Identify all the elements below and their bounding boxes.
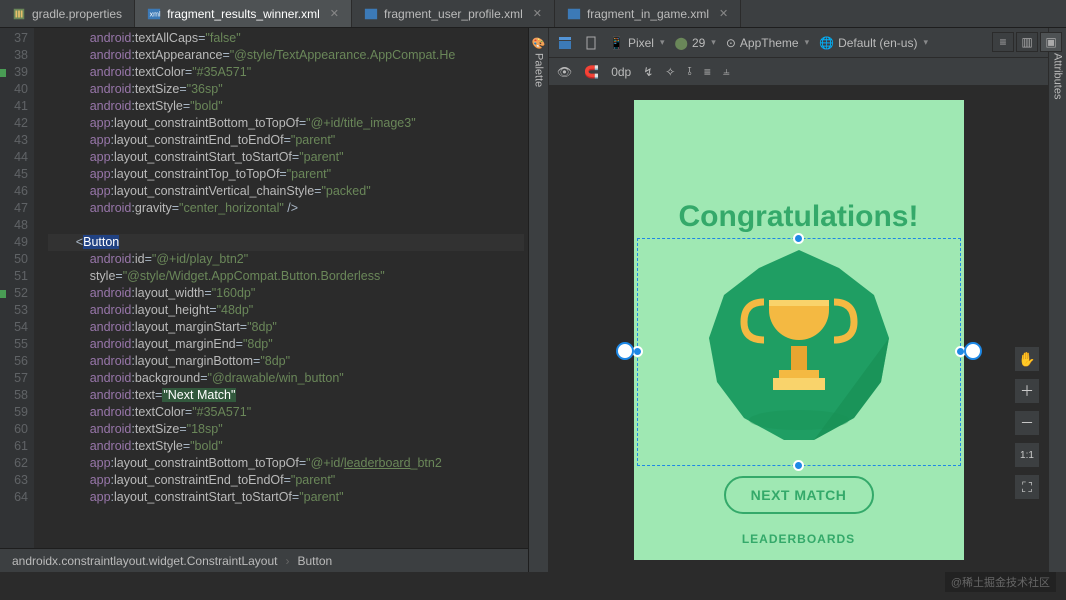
theme-dropdown[interactable]: ⊙ AppTheme▾ [726,36,809,50]
zoom-out-button[interactable]: － [1014,410,1040,436]
constraint-handle-right[interactable] [964,342,982,360]
zoom-1to1-button[interactable]: 1:1 [1014,442,1040,468]
view-design-button[interactable]: ▣ [1040,32,1062,52]
crumb-button[interactable]: Button [298,554,333,568]
editor-tabs: gradle.properties xml fragment_results_w… [0,0,1066,28]
locale-dropdown[interactable]: 🌐 Default (en-us)▾ [819,36,928,50]
xml-file-icon [567,7,581,21]
view-mode-switch: ≡ ▥ ▣ [992,32,1062,52]
clear-constraints-icon[interactable]: ↯ [643,65,653,79]
align-icon[interactable]: ≡ [704,65,711,79]
crumb-root[interactable]: androidx.constraintlayout.widget.Constra… [12,554,278,568]
xml-file-icon: xml [147,7,161,21]
view-split-button[interactable]: ▥ [1016,32,1038,52]
file-icon [12,7,26,21]
magnet-icon[interactable]: 🧲 [584,65,599,79]
breadcrumb: androidx.constraintlayout.widget.Constra… [0,548,528,572]
pan-button[interactable]: ✋ [1014,346,1040,372]
attributes-tab[interactable]: ⚙ Attributes [1048,28,1066,572]
pack-icon[interactable]: ⫨ [723,64,730,79]
svg-text:xml: xml [150,11,161,18]
chevron-right-icon: › [286,554,290,568]
resize-handle-bottom[interactable] [793,460,804,471]
tab-gradle[interactable]: gradle.properties [0,0,135,27]
view-code-button[interactable]: ≡ [992,32,1014,52]
code-area[interactable]: android:textAllCaps="false" android:text… [34,28,528,548]
close-icon[interactable]: ✕ [533,7,542,20]
infer-constraints-icon[interactable]: ✧ [665,65,675,79]
zoom-fit-button[interactable]: ⛶ [1014,474,1040,500]
resize-handle-top[interactable] [793,233,804,244]
watermark: @稀土掘金技术社区 [945,572,1056,592]
design-canvas[interactable]: Congratulations! [549,86,1048,572]
code-editor[interactable]: 3738394041424344454647484950515253545556… [0,28,528,548]
surface-select-button[interactable] [557,35,573,51]
zoom-in-button[interactable]: ＋ [1014,378,1040,404]
xml-file-icon [364,7,378,21]
orientation-button[interactable] [583,35,599,51]
api-dropdown[interactable]: ⬤ 29▾ [675,36,716,50]
selection-box[interactable] [637,238,961,466]
palette-tab[interactable]: 🎨 Palette [529,28,549,572]
guidelines-icon[interactable]: ⫱ [687,64,691,79]
canvas-tools: ✋ ＋ － 1:1 ⛶ [1014,346,1040,500]
palette-icon: 🎨 [532,36,545,49]
default-margin[interactable]: 0dp [611,65,631,79]
design-toolbar: 📱 Pixel▾ ⬤ 29▾ ⊙ AppTheme▾ 🌐 Default (en… [549,28,1048,58]
close-icon[interactable]: ✕ [719,7,728,20]
tab-user-profile[interactable]: fragment_user_profile.xml ✕ [352,0,555,27]
gutter: 3738394041424344454647484950515253545556… [0,28,34,548]
leaderboards-text[interactable]: LEADERBOARDS [634,532,964,546]
tab-in-game[interactable]: fragment_in_game.xml ✕ [555,0,741,27]
device-preview[interactable]: Congratulations! [634,100,964,560]
constraint-handle-left[interactable] [616,342,634,360]
next-match-button[interactable]: NEXT MATCH [724,476,874,514]
close-icon[interactable]: ✕ [330,7,339,20]
device-dropdown[interactable]: 📱 Pixel▾ [609,36,665,50]
design-toolbar-2: 👁 🧲 0dp ↯ ✧ ⫱ ≡ ⫨ [549,58,1048,86]
tab-results-winner[interactable]: xml fragment_results_winner.xml ✕ [135,0,352,27]
congrats-text: Congratulations! [634,200,964,234]
eye-icon[interactable]: 👁 [557,65,572,79]
